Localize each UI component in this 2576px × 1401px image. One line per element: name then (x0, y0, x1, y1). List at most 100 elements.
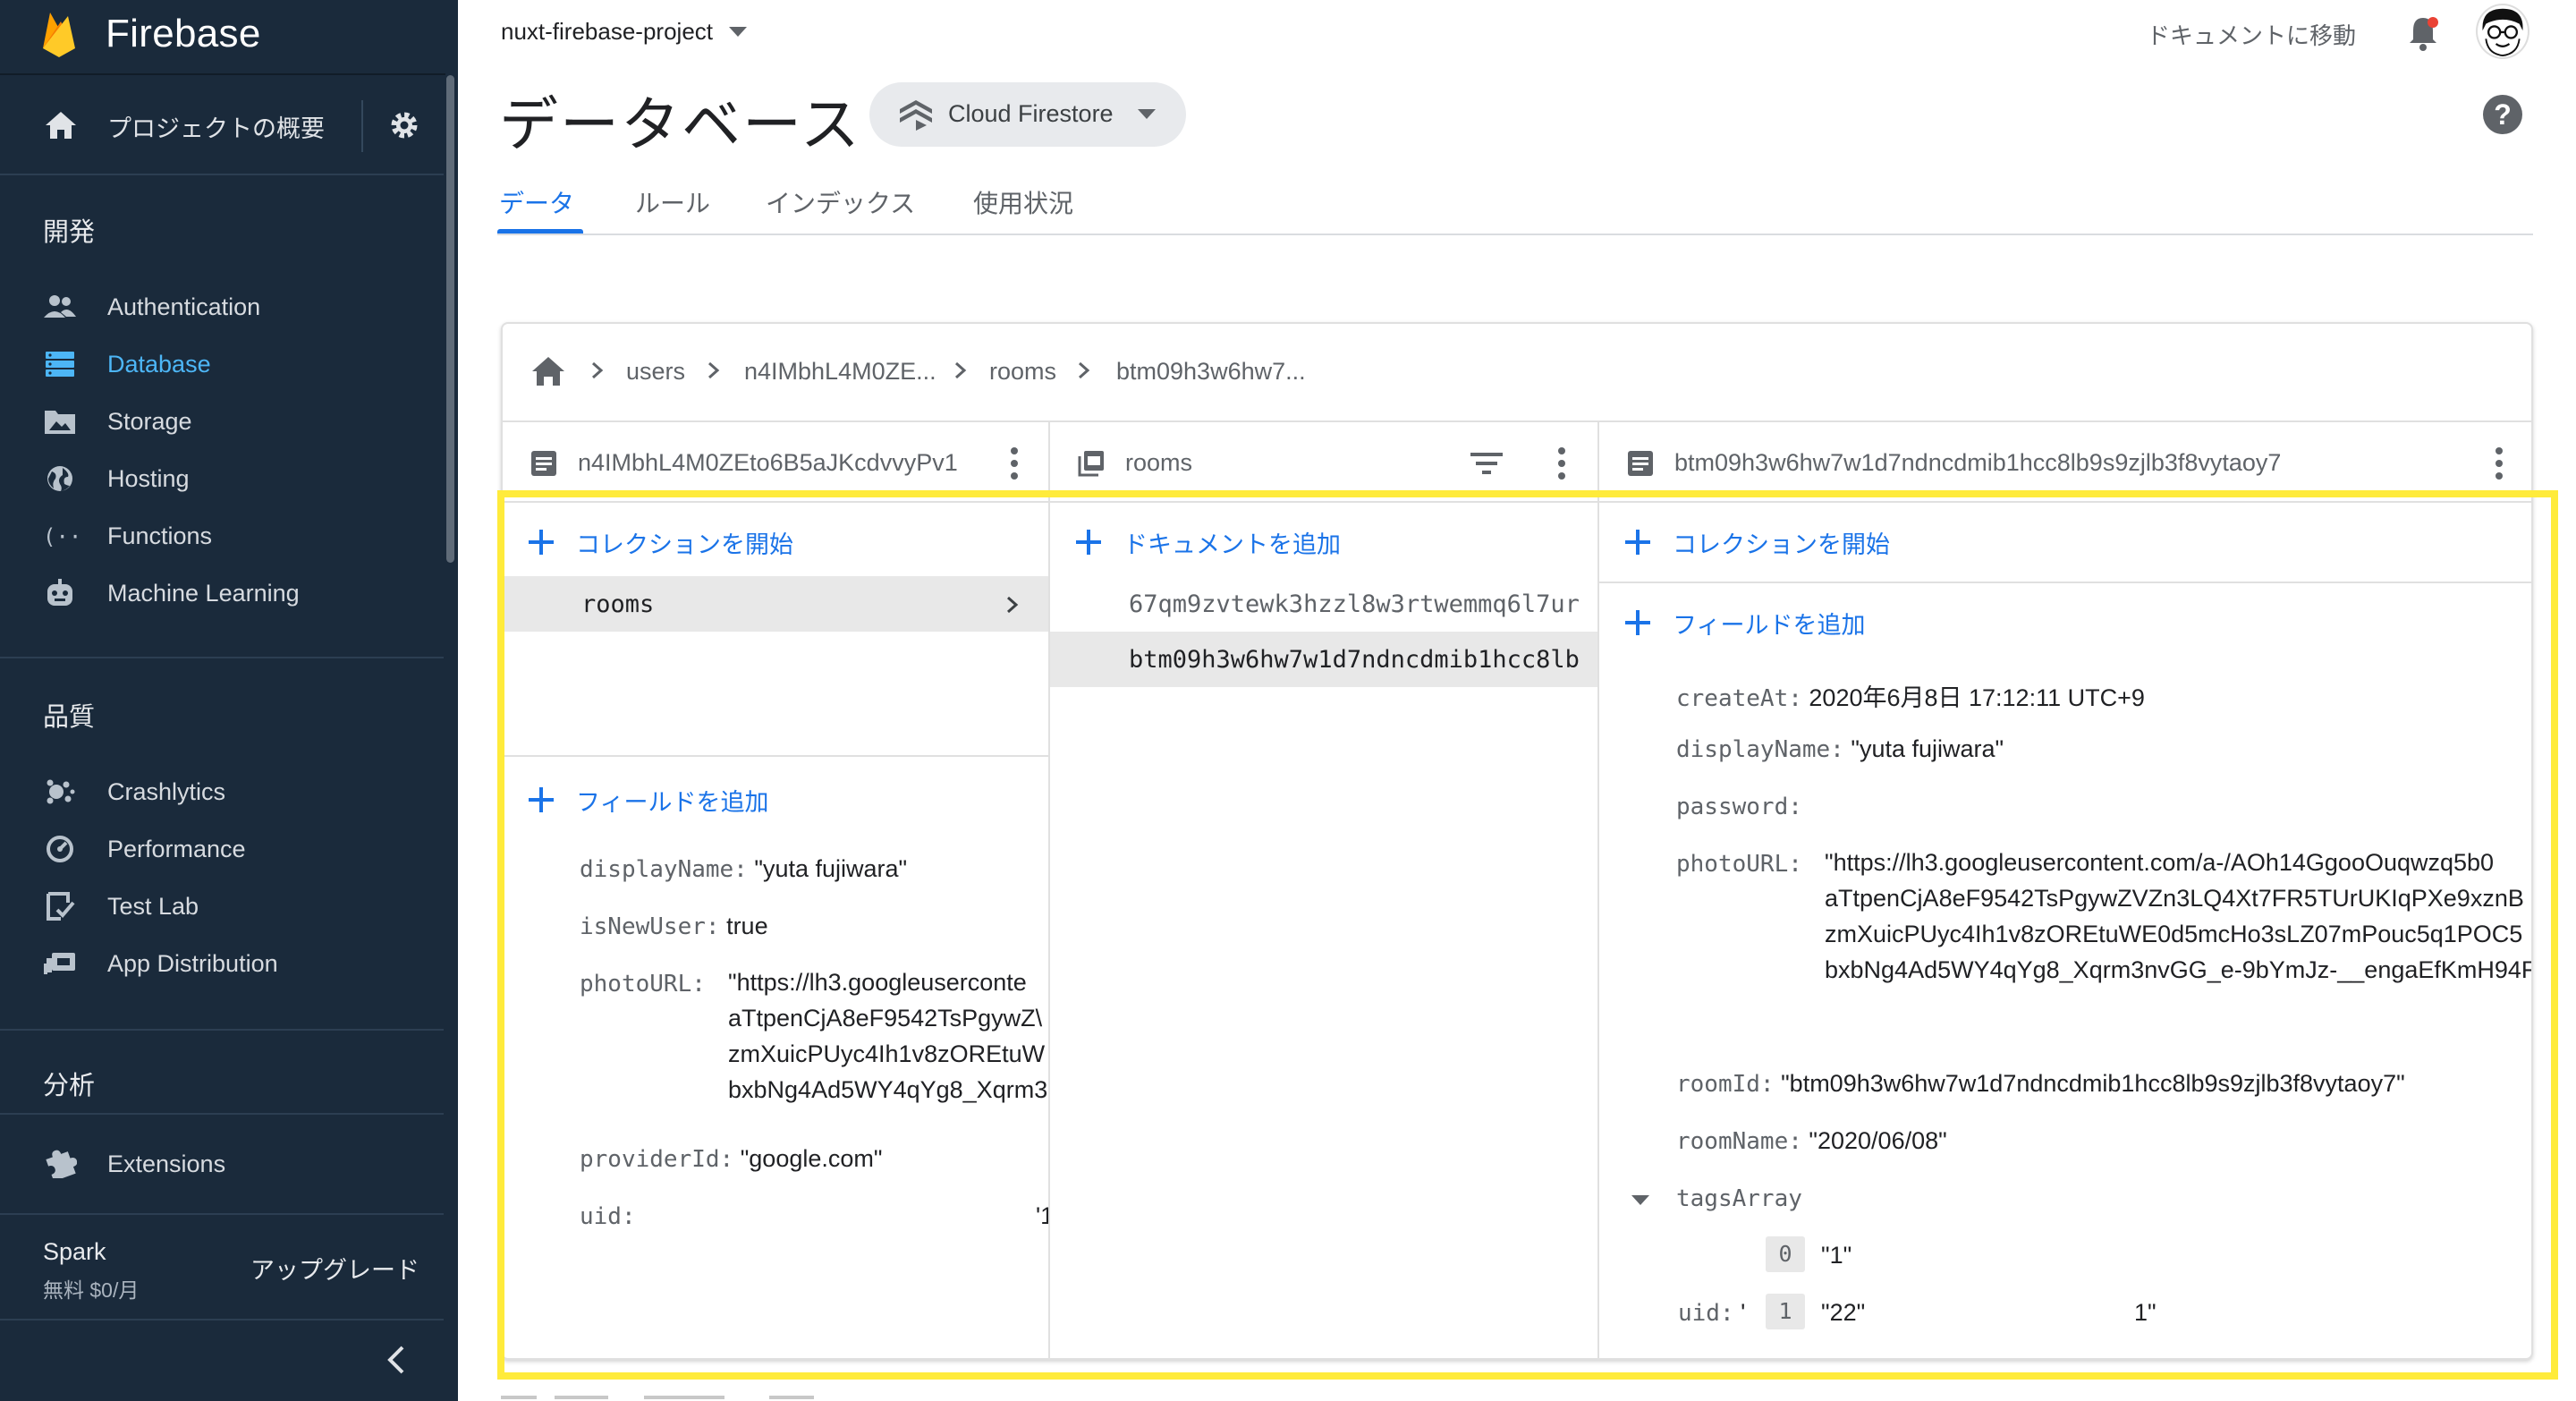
sidebar-item-functions[interactable]: (···) Functions (0, 510, 444, 562)
sidebar-item-app-distribution[interactable]: App Distribution (0, 938, 444, 989)
database-type-selector[interactable]: Cloud Firestore (869, 82, 1186, 147)
field-password[interactable]: password: (1676, 793, 1802, 820)
divider (0, 73, 445, 75)
avatar-illustration-icon (2482, 8, 2523, 57)
divider (0, 1029, 444, 1031)
breadcrumb-item[interactable]: btm09h3w6hw7... (1116, 358, 1306, 386)
field-createAt[interactable]: createAt: 2020年6月8日 17:12:11 UTC+9 (1676, 678, 2145, 713)
sidebar-item-label: Performance (107, 836, 246, 862)
field-photoURL[interactable]: photoURL: (1676, 850, 1802, 878)
chevron-right-icon (592, 361, 604, 379)
add-field-button[interactable]: フィールドを追加 (526, 778, 768, 821)
add-field-label: フィールドを追加 (576, 788, 769, 816)
sidebar-item-crashlytics[interactable]: Crashlytics (0, 766, 444, 818)
field-value: true (726, 913, 768, 939)
field-key: createAt: (1676, 685, 1802, 712)
upgrade-button[interactable]: アップグレード (250, 1251, 419, 1286)
field-photoURL[interactable]: photoURL: (580, 970, 706, 998)
chevron-left-icon[interactable] (383, 1342, 408, 1378)
firestore-icon (900, 100, 932, 131)
sidebar-scrollbar[interactable] (446, 75, 454, 563)
list-item[interactable]: 67qm9zvtewk3hzzl8w3rtwemmq6l7ur (1050, 576, 1597, 632)
plus-icon (1625, 610, 1650, 635)
sidebar-item-label: Crashlytics (107, 778, 226, 805)
divider (1599, 582, 2531, 583)
image-folder-icon (45, 411, 75, 434)
sidebar-item-test-lab[interactable]: Test Lab (0, 880, 444, 932)
field-roomName[interactable]: roomName: "2020/06/08" (1676, 1127, 1947, 1155)
more-vert-icon[interactable] (1009, 446, 1020, 481)
sidebar-item-database[interactable]: Database (0, 338, 444, 390)
section-title-analytics[interactable]: 分析 (43, 1065, 95, 1102)
filter-icon[interactable] (1469, 449, 1504, 478)
docs-link[interactable]: ドキュメントに移動 (2147, 18, 2356, 51)
value-line: "https://lh3.googleuserconte (728, 969, 1027, 996)
column-user-document: n4IMbhL4M0ZEto6B5aJKcdvvyPv1 コレクションを開始 r… (503, 422, 1050, 1358)
field-value: "btm09h3w6hw7w1d7ndncdmib1hcc8lb9s9zjlb3… (1781, 1070, 2405, 1097)
sidebar-item-hosting[interactable]: Hosting (0, 453, 444, 505)
divider (0, 174, 444, 175)
field-providerId[interactable]: providerId: "google.com" (580, 1145, 882, 1173)
add-document-button[interactable]: ドキュメントを追加 (1073, 521, 1341, 564)
collection-icon (1078, 451, 1104, 477)
collection-name: rooms (581, 590, 655, 618)
brand-name: Firebase (106, 12, 261, 55)
more-vert-icon[interactable] (1556, 446, 1567, 481)
field-roomId[interactable]: roomId: "btm09h3w6hw7w1d7ndncdmib1hcc8lb… (1676, 1070, 2405, 1098)
field-displayName[interactable]: displayName: "yuta fujiwara" (580, 855, 907, 883)
divider (497, 234, 2533, 235)
sidebar-item-extensions[interactable]: Extensions (0, 1138, 444, 1190)
field-tagsArray[interactable]: tagsArray (1676, 1184, 1802, 1212)
sidebar-item-label: Test Lab (107, 893, 199, 920)
chevron-right-icon (1079, 361, 1090, 379)
column-title: n4IMbhL4M0ZEto6B5aJKcdvvyPv1 (578, 449, 958, 476)
sidebar-item-label: Storage (107, 408, 192, 435)
breadcrumb-item[interactable]: rooms (989, 358, 1056, 386)
field-key: roomId: (1676, 1071, 1775, 1098)
list-item[interactable]: btm09h3w6hw7w1d7ndncdmib1hcc8lb (1050, 632, 1597, 687)
add-field-button[interactable]: フィールドを追加 (1623, 601, 1865, 644)
home-icon[interactable] (530, 354, 567, 388)
sidebar-item-performance[interactable]: Performance (0, 823, 444, 875)
firebase-brand[interactable]: Firebase (39, 5, 261, 63)
svg-text:(···): (···) (43, 524, 77, 549)
tab-rules[interactable]: ルール (635, 184, 710, 220)
tab-indexes[interactable]: インデックス (766, 184, 915, 220)
divider (0, 1319, 444, 1320)
sidebar-item-storage[interactable]: Storage (0, 395, 444, 447)
field-uid[interactable]: uid: (580, 1202, 636, 1230)
array-value[interactable]: "1" (1821, 1242, 1852, 1269)
gear-icon[interactable] (386, 107, 422, 143)
field-value: 1" (2134, 1299, 2157, 1327)
database-icon (46, 352, 74, 377)
help-icon[interactable]: ? (2483, 95, 2522, 134)
people-icon (44, 295, 76, 318)
document-icon (1628, 451, 1653, 476)
project-selector[interactable]: nuxt-firebase-project (501, 18, 747, 46)
project-overview-link[interactable]: プロジェクトの概要 (0, 88, 444, 163)
more-vert-icon[interactable] (2494, 446, 2504, 481)
value-line: bxbNg4Ad5WY4qYg8_Xqrm3nvGG_e-9bYmJz-__en… (1825, 956, 2533, 983)
divider (503, 755, 1048, 757)
breadcrumb-item[interactable]: n4IMbhL4M0ZE... (744, 358, 936, 386)
caret-down-icon[interactable] (1631, 1195, 1649, 1205)
field-displayName[interactable]: displayName: "yuta fujiwara" (1676, 735, 2004, 763)
chevron-right-icon (708, 361, 720, 379)
list-item[interactable]: rooms (503, 576, 1048, 632)
tab-usage[interactable]: 使用状況 (973, 184, 1073, 220)
start-collection-button[interactable]: コレクションを開始 (1623, 521, 1890, 564)
start-collection-button[interactable]: コレクションを開始 (526, 521, 793, 564)
bell-icon[interactable] (2406, 14, 2440, 52)
column-header: rooms (1050, 422, 1597, 503)
sidebar-item-authentication[interactable]: Authentication (0, 281, 444, 333)
avatar[interactable] (2476, 4, 2529, 59)
field-uid[interactable]: uid: ' (1678, 1299, 1745, 1327)
sidebar-item-machine-learning[interactable]: Machine Learning (0, 567, 444, 619)
sidebar-item-label: Extensions (107, 1151, 226, 1177)
breadcrumb-item[interactable]: users (626, 358, 685, 386)
document-id: btm09h3w6hw7w1d7ndncdmib1hcc8lb (1129, 646, 1580, 674)
field-key: providerId: (580, 1146, 734, 1173)
field-isNewUser[interactable]: isNewUser: true (580, 913, 768, 940)
tab-data[interactable]: データ (499, 184, 574, 220)
array-value[interactable]: "22" (1821, 1299, 1865, 1327)
